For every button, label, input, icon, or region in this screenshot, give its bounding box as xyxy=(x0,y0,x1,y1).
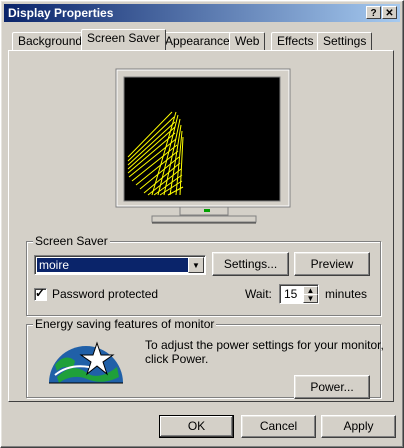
close-icon: ✕ xyxy=(385,8,394,19)
title-bar[interactable]: Display Properties ? ✕ xyxy=(4,4,400,22)
password-label: Password protected xyxy=(52,287,159,301)
tab-background[interactable]: Background xyxy=(12,32,89,50)
chevron-down-icon[interactable]: ▼ xyxy=(188,257,204,273)
energy-group: Energy saving features of monitor To adj… xyxy=(26,317,384,399)
screen-saver-group-label: Screen Saver xyxy=(33,234,110,248)
minutes-label: minutes xyxy=(325,287,368,301)
energy-description-line1: To adjust the power settings for your mo… xyxy=(145,338,384,352)
screen-saver-group: Screen Saver moire ▼ Settings... Preview… xyxy=(26,234,381,316)
help-button[interactable]: ? xyxy=(366,6,381,19)
wait-value: 15 xyxy=(284,287,298,301)
close-button[interactable]: ✕ xyxy=(382,6,397,19)
tab-settings[interactable]: Settings xyxy=(317,32,373,50)
power-button[interactable]: Power... xyxy=(294,375,370,399)
screen-saver-selected-value: moire xyxy=(37,258,189,272)
password-checkbox[interactable]: ✓ xyxy=(34,286,47,301)
preview-button[interactable]: Preview xyxy=(294,252,370,276)
display-properties-window: Display Properties ? ✕ Background Screen… xyxy=(0,0,404,448)
tab-screen-saver[interactable]: Screen Saver xyxy=(81,29,166,50)
wait-label: Wait: xyxy=(245,287,272,301)
window-title: Display Properties xyxy=(8,6,114,20)
spin-down-icon[interactable]: ▼ xyxy=(303,294,318,303)
ok-button[interactable]: OK xyxy=(159,415,234,438)
screen-saver-select[interactable]: moire ▼ xyxy=(34,255,206,275)
energy-star-logo xyxy=(49,341,123,384)
tab-web[interactable]: Web xyxy=(229,32,266,50)
tab-effects[interactable]: Effects xyxy=(271,32,320,50)
settings-button[interactable]: Settings... xyxy=(212,252,289,276)
cancel-button[interactable]: Cancel xyxy=(241,415,316,438)
wait-minutes-stepper[interactable]: 15 ▲ ▼ xyxy=(279,284,319,304)
tab-panel: Screen Saver moire ▼ Settings... Preview… xyxy=(8,50,394,402)
energy-description-line2: click Power. xyxy=(145,352,209,366)
tab-appearance[interactable]: Appearance xyxy=(159,32,236,50)
checkmark-icon: ✓ xyxy=(35,286,46,300)
energy-group-label: Energy saving features of monitor xyxy=(33,317,217,331)
apply-button[interactable]: Apply xyxy=(321,415,396,438)
monitor-preview xyxy=(115,68,291,224)
